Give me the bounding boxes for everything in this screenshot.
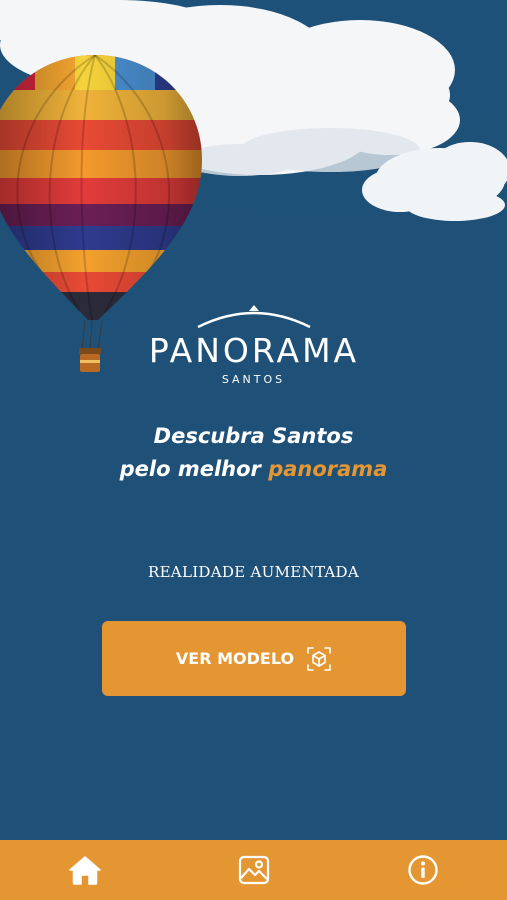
brand-name: PANORAMA [148, 331, 360, 370]
tagline-accent-word: panorama [268, 457, 388, 481]
section-label: REALIDADE AUMENTADA [147, 563, 360, 581]
nav-item-info[interactable] [338, 840, 507, 900]
info-icon [407, 855, 438, 885]
tagline: Descubra Santos pelo melhor panorama [0, 420, 507, 486]
tagline-line-2: pelo melhor panorama [0, 453, 507, 486]
tagline-line-2-prefix: pelo melhor [119, 457, 269, 481]
logo-arc-icon [196, 305, 311, 329]
view-model-button[interactable]: VER MODELO [102, 621, 406, 696]
tagline-line-1: Descubra Santos [153, 424, 354, 448]
home-icon [68, 856, 101, 885]
view-model-button-label: VER MODELO [175, 649, 295, 668]
nav-item-home[interactable] [0, 840, 169, 900]
nav-item-gallery[interactable] [169, 840, 338, 900]
cloud-small [362, 142, 507, 221]
brand-subtitle: SANTOS [221, 373, 286, 386]
ar-cube-icon [307, 646, 331, 671]
image-icon [238, 855, 269, 885]
bottom-nav [0, 840, 507, 900]
brand-logo: PANORAMA SANTOS [0, 305, 507, 386]
